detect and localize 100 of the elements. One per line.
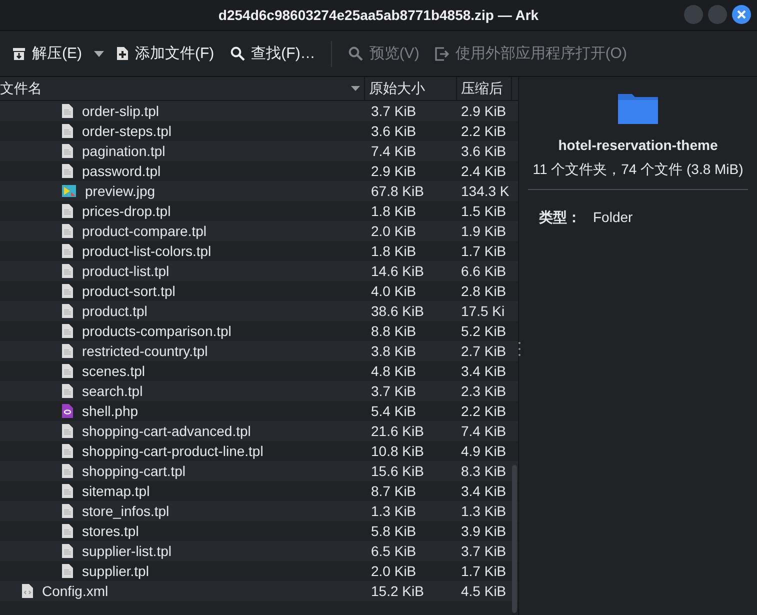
- open-external-icon: [435, 46, 450, 60]
- file-name: shell.php: [82, 403, 138, 419]
- compressed-size-cell: 1.3 KiB: [461, 503, 506, 519]
- file-name: scenes.tpl: [82, 363, 146, 379]
- size-cell: 1.8 KiB: [371, 203, 416, 219]
- file-row[interactable]: order-steps.tpl 3.6 KiB 2.2 KiB: [0, 121, 518, 141]
- compressed-size-cell: 1.7 KiB: [461, 563, 506, 579]
- size-cell: 15.6 KiB: [371, 463, 424, 479]
- compressed-size-cell: 17.5 Ki: [461, 303, 505, 319]
- file-name: supplier.tpl: [82, 563, 149, 579]
- file-row[interactable]: store_infos.tpl 1.3 KiB 1.3 KiB: [0, 501, 518, 521]
- size-cell: 14.6 KiB: [371, 263, 424, 279]
- file-row[interactable]: prices-drop.tpl 1.8 KiB 1.5 KiB: [0, 201, 518, 221]
- file-name: order-slip.tpl: [82, 103, 160, 119]
- compressed-size-cell: 1.9 KiB: [461, 223, 506, 239]
- size-cell: 7.4 KiB: [371, 143, 416, 159]
- file-name: store_infos.tpl: [82, 503, 170, 519]
- file-row[interactable]: product.tpl 38.6 KiB 17.5 Ki: [0, 301, 518, 321]
- document-icon: [62, 364, 73, 378]
- file-name: order-steps.tpl: [82, 123, 172, 139]
- toolbar-button[interactable]: 解压(E): [6, 40, 88, 67]
- compressed-size-cell: 5.2 KiB: [461, 323, 506, 339]
- toolbar-button[interactable]: 添加文件(F): [110, 40, 220, 67]
- file-row[interactable]: product-compare.tpl 2.0 KiB 1.9 KiB: [0, 221, 518, 241]
- document-icon: [62, 244, 73, 258]
- file-name: pagination.tpl: [82, 143, 166, 159]
- size-cell: 2.9 KiB: [371, 163, 416, 179]
- file-row[interactable]: product-list.tpl 14.6 KiB 6.6 KiB: [0, 261, 518, 281]
- file-row[interactable]: stores.tpl 5.8 KiB 3.9 KiB: [0, 521, 518, 541]
- compressed-size-cell: 2.2 KiB: [461, 403, 506, 419]
- file-row[interactable]: shopping-cart.tpl 15.6 KiB 8.3 KiB: [0, 461, 518, 481]
- document-icon: [62, 164, 73, 178]
- file-row[interactable]: shell.php 5.4 KiB 2.2 KiB: [0, 401, 518, 421]
- document-icon: [62, 504, 73, 518]
- size-cell: 3.7 KiB: [371, 383, 416, 399]
- compressed-size-cell: 3.7 KiB: [461, 543, 506, 559]
- document-icon: [62, 444, 73, 458]
- file-row[interactable]: scenes.tpl 4.8 KiB 3.4 KiB: [0, 361, 518, 381]
- image-file-icon: [62, 185, 76, 197]
- file-row[interactable]: supplier-list.tpl 6.5 KiB 3.7 KiB: [0, 541, 518, 561]
- file-row[interactable]: product-sort.tpl 4.0 KiB 2.8 KiB: [0, 281, 518, 301]
- file-row[interactable]: pagination.tpl 7.4 KiB 3.6 KiB: [0, 141, 518, 161]
- file-row[interactable]: product-list-colors.tpl 1.8 KiB 1.7 KiB: [0, 241, 518, 261]
- document-icon: [62, 224, 73, 238]
- toolbar-button[interactable]: 查找(F)…: [224, 40, 322, 67]
- file-name: product-compare.tpl: [82, 223, 207, 239]
- file-row[interactable]: sitemap.tpl 8.7 KiB 3.4 KiB: [0, 481, 518, 501]
- scrollbar-thumb[interactable]: [512, 465, 517, 613]
- column-header[interactable]: 文件名: [0, 77, 365, 100]
- column-header[interactable]: 压缩后: [457, 77, 512, 100]
- file-name: preview.jpg: [85, 183, 156, 199]
- file-name: sitemap.tpl: [82, 483, 150, 499]
- folder-summary: 11 个文件夹，74 个文件 (3.8 MiB): [532, 161, 744, 179]
- file-row[interactable]: restricted-country.tpl 3.8 KiB 2.7 KiB: [0, 341, 518, 361]
- size-cell: 67.8 KiB: [371, 183, 424, 199]
- file-row[interactable]: supplier.tpl 2.0 KiB 1.7 KiB: [0, 561, 518, 581]
- compressed-size-cell: 2.9 KiB: [461, 103, 506, 119]
- size-cell: 5.8 KiB: [371, 523, 416, 539]
- caret-icon: [94, 50, 104, 56]
- file-row[interactable]: password.tpl 2.9 KiB 2.4 KiB: [0, 161, 518, 181]
- folder-icon: [616, 91, 660, 125]
- window-title: d254d6c98603274e25aa5ab8771b4858.zip — Ark: [218, 7, 539, 23]
- xml-file-icon: [22, 584, 33, 598]
- compressed-size-cell: 134.3 K: [461, 183, 510, 199]
- compressed-size-cell: 2.3 KiB: [461, 383, 506, 399]
- document-icon: [62, 104, 73, 118]
- file-row[interactable]: Config.xml 15.2 KiB 4.5 KiB: [0, 581, 518, 601]
- compressed-size-cell: 3.4 KiB: [461, 483, 506, 499]
- compressed-size-cell: 1.7 KiB: [461, 243, 506, 259]
- size-cell: 5.4 KiB: [371, 403, 416, 419]
- file-name: supplier-list.tpl: [82, 543, 172, 559]
- file-name: product.tpl: [82, 303, 148, 319]
- compressed-size-cell: 3.6 KiB: [461, 143, 506, 159]
- compressed-size-cell: 7.4 KiB: [461, 423, 506, 439]
- document-icon: [62, 264, 73, 278]
- size-cell: 6.5 KiB: [371, 543, 416, 559]
- size-cell: 21.6 KiB: [371, 423, 424, 439]
- size-cell: 8.7 KiB: [371, 483, 416, 499]
- document-icon: [62, 324, 73, 338]
- file-row[interactable]: preview.jpg 67.8 KiB 134.3 K: [0, 181, 518, 201]
- file-name: restricted-country.tpl: [82, 343, 208, 359]
- document-icon: [62, 344, 73, 358]
- file-row[interactable]: order-slip.tpl 3.7 KiB 2.9 KiB: [0, 101, 518, 121]
- column-header[interactable]: 原始大小: [365, 77, 457, 100]
- compressed-size-cell: 2.2 KiB: [461, 123, 506, 139]
- file-name: stores.tpl: [82, 523, 139, 539]
- file-row[interactable]: shopping-cart-advanced.tpl 21.6 KiB 7.4 KiB: [0, 421, 518, 441]
- size-cell: 3.6 KiB: [371, 123, 416, 139]
- splitter-handle[interactable]: [518, 341, 521, 357]
- file-row[interactable]: shopping-cart-product-line.tpl 10.8 KiB 4.9 KiB: [0, 441, 518, 461]
- file-row[interactable]: search.tpl 3.7 KiB 2.3 KiB: [0, 381, 518, 401]
- size-cell: 10.8 KiB: [371, 443, 424, 459]
- document-icon: [62, 284, 73, 298]
- document-icon: [62, 484, 73, 498]
- file-row[interactable]: products-comparison.tpl 8.8 KiB 5.2 KiB: [0, 321, 518, 341]
- close-icon[interactable]: [732, 5, 751, 24]
- file-name: prices-drop.tpl: [82, 203, 171, 219]
- compressed-size-cell: 6.6 KiB: [461, 263, 506, 279]
- file-name: shopping-cart-product-line.tpl: [82, 443, 264, 459]
- size-cell: 3.7 KiB: [371, 103, 416, 119]
